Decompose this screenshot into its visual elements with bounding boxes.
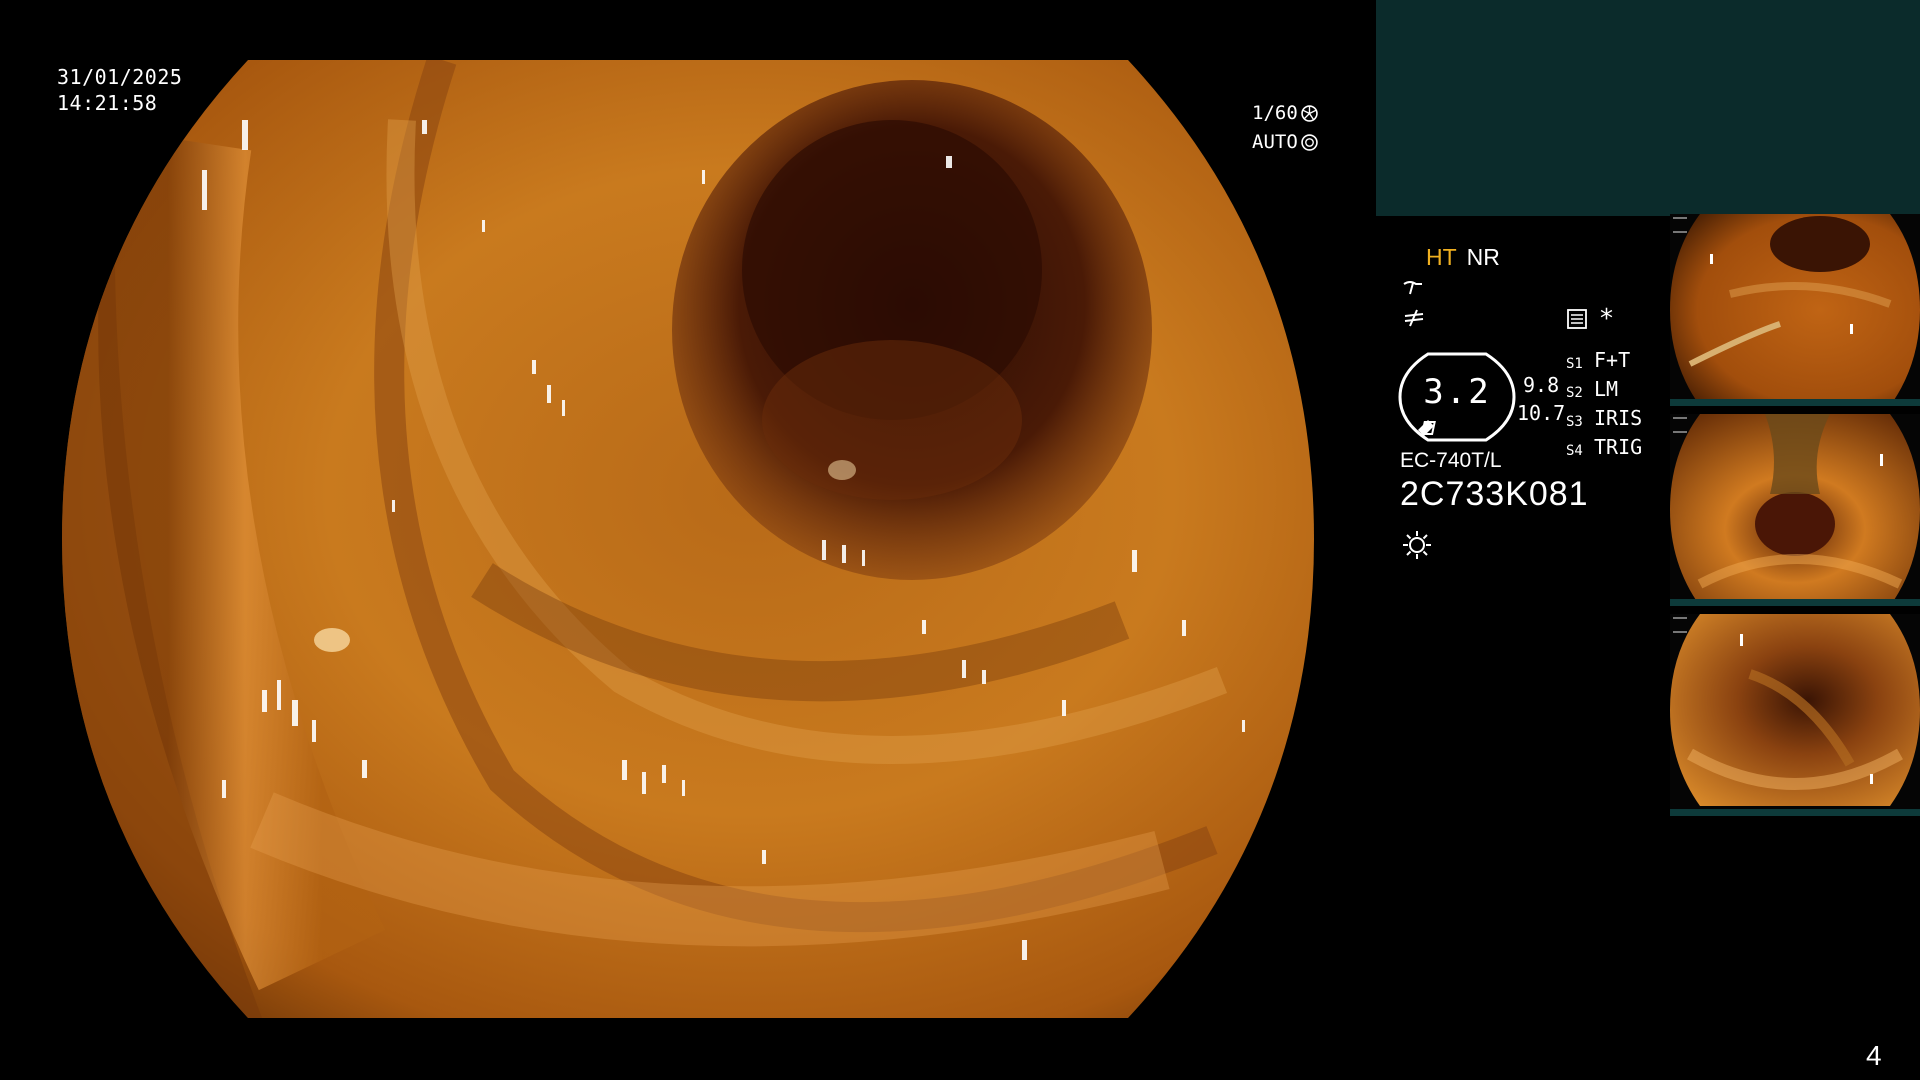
page-number: 4 bbox=[1866, 1040, 1882, 1071]
ht-mode-label: HT bbox=[1426, 244, 1457, 270]
enhancement-level: 3.2 bbox=[1423, 372, 1491, 412]
switch-key: S4 bbox=[1566, 443, 1583, 459]
endoscopy-screen: 31/01/2025 14:21:58 1/60 AUTO HT NR * 3.… bbox=[0, 0, 1920, 1080]
switch-function: F+T bbox=[1594, 348, 1631, 372]
switch-key: S1 bbox=[1566, 356, 1583, 372]
captured-thumbnail[interactable] bbox=[1670, 214, 1920, 406]
endoscopic-live-view bbox=[62, 60, 1314, 1018]
enhancement-value-a: 9.8 bbox=[1523, 373, 1560, 397]
scope-model: EC-740T/L bbox=[1400, 449, 1502, 472]
light-source-icon bbox=[1402, 530, 1432, 564]
shutter-speed-text: 1/60 bbox=[1252, 102, 1298, 124]
asterisk-indicator: * bbox=[1600, 304, 1613, 334]
nr-mode-label: NR bbox=[1466, 244, 1500, 270]
switch-function: IRIS bbox=[1594, 406, 1643, 430]
captured-thumbnail[interactable] bbox=[1670, 414, 1920, 606]
switch-row: S2 LM bbox=[1566, 377, 1642, 406]
enhancement-values: 9.8 10.7 bbox=[1517, 371, 1565, 427]
iris-row: AUTO bbox=[1252, 128, 1318, 157]
curve-icon bbox=[1402, 278, 1426, 302]
exposure-indicators: 1/60 AUTO bbox=[1252, 99, 1318, 157]
captured-thumbnail[interactable] bbox=[1670, 614, 1920, 816]
enhancement-value-b: 10.7 bbox=[1517, 401, 1566, 425]
image-settings-icon bbox=[1566, 308, 1588, 334]
shutter-icon bbox=[1301, 105, 1318, 122]
info-panel-header bbox=[1376, 0, 1920, 216]
thumbnail-bar bbox=[1670, 599, 1920, 606]
thumbnail-info bbox=[1673, 617, 1687, 633]
thumbnail-bar bbox=[1670, 399, 1920, 406]
date-time-display: 31/01/2025 14:21:58 bbox=[57, 64, 182, 116]
thumbnail-info bbox=[1673, 417, 1687, 433]
shutter-row: 1/60 bbox=[1252, 99, 1318, 128]
time-text: 14:21:58 bbox=[57, 91, 158, 115]
switch-key: S2 bbox=[1566, 385, 1583, 401]
switch-key: S3 bbox=[1566, 414, 1583, 430]
iris-mode-text: AUTO bbox=[1252, 131, 1298, 153]
switch-row: S4 TRIG bbox=[1566, 435, 1642, 464]
switch-row: S1 F+T bbox=[1566, 348, 1642, 377]
image-mode-row: HT NR bbox=[1426, 244, 1500, 271]
thumbnail-info bbox=[1673, 217, 1687, 233]
date-text: 31/01/2025 bbox=[57, 65, 183, 89]
switch-row: S3 IRIS bbox=[1566, 406, 1642, 435]
thumbnail-bar bbox=[1670, 809, 1920, 816]
scope-switch-assignments: S1 F+T S2 LM S3 IRIS S4 TRIG bbox=[1566, 348, 1642, 464]
switch-function: LM bbox=[1594, 377, 1619, 401]
not-equal-icon bbox=[1402, 308, 1426, 332]
scope-serial-number: 2C733K081 bbox=[1400, 475, 1589, 513]
iris-icon bbox=[1301, 134, 1318, 151]
switch-function: TRIG bbox=[1594, 435, 1643, 459]
